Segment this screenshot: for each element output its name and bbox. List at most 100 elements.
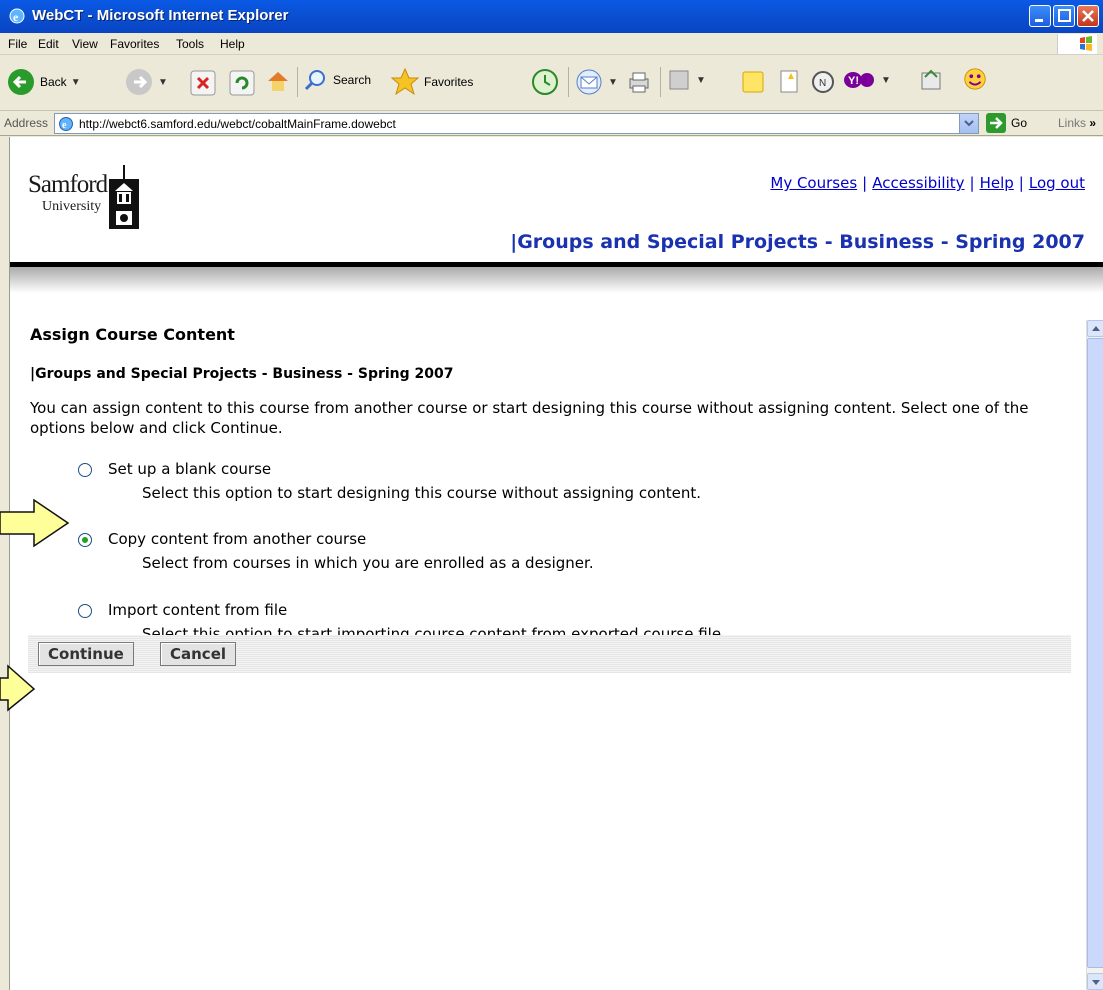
ie-window: e WebCT - Microsoft Internet Explorer Fi… — [0, 0, 1103, 990]
edit-page-icon — [669, 70, 689, 90]
scroll-down-button[interactable] — [1087, 973, 1103, 990]
option-description: Select from courses in which you are enr… — [142, 554, 594, 572]
menu-help[interactable]: Help — [220, 37, 245, 51]
logout-link[interactable]: Log out — [1029, 174, 1085, 192]
forward-button[interactable]: ▼ — [124, 67, 168, 97]
smiley-icon[interactable] — [962, 66, 988, 92]
web-page: Samford University My Courses | Accessibil… — [10, 137, 1103, 990]
option-label: Import content from file — [108, 601, 288, 619]
radio-import-file[interactable] — [78, 604, 92, 618]
logo-subtext: University — [42, 199, 102, 214]
accessibility-link[interactable]: Accessibility — [872, 174, 964, 192]
menu-file[interactable]: File — [8, 37, 27, 51]
option-label: Set up a blank course — [108, 460, 272, 478]
mail-icon — [576, 69, 602, 95]
star-icon — [390, 67, 420, 96]
svg-text:e: e — [62, 120, 67, 131]
back-button[interactable]: Back ▼ — [6, 67, 81, 97]
mail-button[interactable]: ▼ — [574, 67, 618, 97]
research-icon[interactable] — [776, 69, 802, 95]
home-icon[interactable] — [265, 68, 291, 94]
chevron-down-icon — [1092, 980, 1100, 985]
yahoo-icon: Y! — [844, 72, 874, 88]
chevron-up-icon — [1092, 326, 1100, 331]
stop-icon[interactable] — [190, 70, 216, 96]
yahoo-button[interactable]: Y! ▼ — [843, 67, 891, 93]
continue-button[interactable]: Continue — [38, 642, 134, 666]
print-icon[interactable] — [626, 69, 652, 95]
header-band — [10, 267, 1103, 293]
favorites-button[interactable]: Favorites — [390, 67, 473, 97]
close-button[interactable] — [1077, 5, 1099, 27]
radio-copy-content[interactable] — [78, 533, 92, 547]
title-bar: e WebCT - Microsoft Internet Explorer — [0, 0, 1103, 33]
menu-bar: File Edit View Favorites Tools Help — [0, 33, 1103, 55]
chevron-down-icon[interactable]: ▼ — [71, 77, 81, 88]
page-subtitle: |Groups and Special Projects - Business … — [30, 366, 454, 382]
history-icon[interactable] — [530, 67, 560, 97]
radio-blank-course[interactable] — [78, 463, 92, 477]
links-button[interactable]: Links » — [1058, 116, 1096, 130]
address-bar: Address e http://webct6.samford.edu/webc… — [0, 111, 1103, 136]
vertical-scrollbar[interactable] — [1086, 320, 1103, 990]
page-icon: e — [59, 117, 73, 131]
logo-text: Samford — [28, 171, 108, 198]
toolbar: Back ▼ ▼ Search Favorites ▼ ▼ N Y! ▼ — [0, 55, 1103, 111]
maximize-icon — [1058, 9, 1071, 22]
go-label: Go — [1011, 116, 1028, 130]
refresh-icon[interactable] — [229, 70, 255, 96]
arrow-callout-icon — [0, 664, 36, 712]
intro-text: You can assign content to this course fr… — [30, 399, 1029, 437]
window-title: WebCT - Microsoft Internet Explorer — [32, 7, 289, 24]
tower-logo-icon — [109, 165, 139, 229]
arrow-callout-icon — [0, 498, 70, 548]
chevron-down-icon — [964, 120, 974, 127]
menu-edit[interactable]: Edit — [38, 37, 59, 51]
minimize-icon — [1035, 19, 1043, 22]
edit-button[interactable]: ▼ — [666, 67, 706, 93]
menu-tools[interactable]: Tools — [176, 37, 204, 51]
notes-icon[interactable] — [740, 69, 766, 95]
top-links: My Courses | Accessibility | Help | Log out — [770, 174, 1085, 192]
my-courses-link[interactable]: My Courses — [770, 174, 857, 192]
search-label: Search — [333, 73, 372, 87]
search-button[interactable]: Search — [303, 67, 371, 93]
site-header: Samford University My Courses | Accessibil… — [10, 137, 1103, 262]
chevron-down-icon[interactable]: ▼ — [881, 75, 891, 86]
close-icon — [1082, 10, 1094, 22]
chevron-down-icon[interactable]: ▼ — [158, 77, 168, 88]
left-frame — [0, 137, 10, 990]
option-label: Copy content from another course — [108, 530, 367, 548]
menu-view[interactable]: View — [72, 37, 98, 51]
tools-icon[interactable] — [918, 67, 944, 93]
button-bar: Continue Cancel — [28, 635, 1071, 673]
minimize-button[interactable] — [1029, 5, 1051, 27]
ie-icon: e — [9, 8, 25, 24]
cancel-button[interactable]: Cancel — [160, 642, 237, 666]
address-input[interactable]: e http://webct6.samford.edu/webct/cobalt… — [54, 113, 979, 134]
help-link[interactable]: Help — [980, 174, 1014, 192]
address-dropdown[interactable] — [959, 114, 978, 133]
menu-favorites[interactable]: Favorites — [110, 37, 159, 51]
messenger-icon[interactable]: N — [810, 69, 836, 95]
links-label: Links — [1058, 116, 1087, 130]
svg-text:Y!: Y! — [848, 75, 859, 87]
chevron-down-icon[interactable]: ▼ — [696, 75, 706, 86]
favorites-label: Favorites — [424, 75, 474, 89]
go-button[interactable]: Go — [986, 113, 1027, 133]
maximize-button[interactable] — [1053, 5, 1075, 27]
search-icon — [304, 70, 325, 91]
chevron-down-icon[interactable]: ▼ — [608, 77, 618, 88]
scroll-up-button[interactable] — [1087, 320, 1103, 337]
course-title: |Groups and Special Projects - Business … — [510, 231, 1085, 253]
back-arrow-icon — [8, 69, 34, 95]
samford-logo: Samford University — [28, 171, 108, 214]
address-label: Address — [4, 116, 49, 130]
forward-arrow-icon — [126, 69, 152, 95]
back-label: Back — [40, 75, 67, 89]
go-arrow-icon — [986, 113, 1006, 133]
page-title: Assign Course Content — [30, 325, 235, 344]
scroll-thumb[interactable] — [1087, 338, 1103, 968]
option-description: Select this option to start designing th… — [142, 484, 702, 502]
windows-flag-icon — [1057, 34, 1097, 54]
